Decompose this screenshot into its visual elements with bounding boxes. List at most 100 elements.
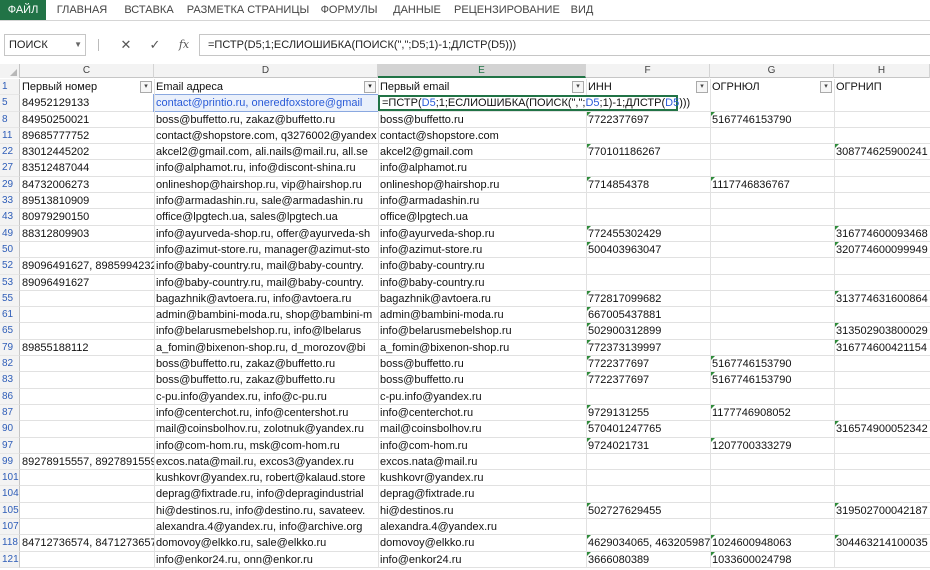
cell-email-addresses[interactable]: info@ayurveda-shop.ru, offer@ayurveda-sh: [154, 226, 378, 242]
cell-email-addresses[interactable]: bagazhnik@avtoera.ru, info@avtoera.ru: [154, 291, 378, 307]
cell-ogrnip[interactable]: [834, 95, 930, 111]
cell-ogrnul[interactable]: [710, 389, 834, 405]
insert-function-icon[interactable]: fx: [175, 36, 193, 54]
row-header[interactable]: 82: [0, 356, 20, 373]
tab-data[interactable]: ДАННЫЕ: [388, 0, 446, 20]
cell-first-email[interactable]: hi@destinos.ru: [378, 503, 586, 519]
tab-insert[interactable]: ВСТАВКА: [120, 0, 178, 20]
cell-first-number[interactable]: 84712736574, 84712736575,: [20, 535, 154, 551]
cell-email-addresses[interactable]: hi@destinos.ru, info@destino.ru, savatee…: [154, 503, 378, 519]
cell-inn[interactable]: [586, 519, 710, 535]
cell-first-number[interactable]: 84950250021: [20, 112, 154, 128]
column-header-h[interactable]: H: [834, 64, 930, 78]
cell-first-email[interactable]: akcel2@gmail.com: [378, 144, 586, 160]
row-header[interactable]: 97: [0, 437, 20, 454]
cell-first-number[interactable]: 83012445202: [20, 144, 154, 160]
row-header[interactable]: 99: [0, 453, 20, 471]
cell-ogrnip[interactable]: 316774600421154: [834, 340, 930, 356]
cell-first-number[interactable]: [20, 356, 154, 372]
cell-inn[interactable]: [586, 160, 710, 176]
cell-first-number[interactable]: 89855188112: [20, 340, 154, 356]
cell-first-number[interactable]: [20, 470, 154, 486]
chevron-down-icon[interactable]: ▼: [74, 35, 82, 55]
cell-ogrnul[interactable]: [710, 144, 834, 160]
header-first-number[interactable]: Первый номер: [20, 79, 154, 95]
enter-icon[interactable]: ✓: [146, 36, 164, 54]
cell-inn[interactable]: 9729131255: [586, 405, 710, 421]
cell-first-number[interactable]: 80979290150: [20, 209, 154, 225]
row-header[interactable]: 1: [0, 79, 20, 96]
row-header[interactable]: 118: [0, 535, 20, 552]
cell-ogrnul[interactable]: 1207700333279: [710, 438, 834, 454]
cell-inn[interactable]: 4629034065, 4632059872: [586, 535, 710, 551]
cell-first-number[interactable]: 88312809903: [20, 226, 154, 242]
cell-ogrnul[interactable]: 5167746153790: [710, 372, 834, 388]
filter-dropdown-icon[interactable]: ▾: [140, 81, 152, 93]
cell-ogrnul[interactable]: [710, 454, 834, 470]
cell-inn[interactable]: [586, 193, 710, 209]
cell-ogrnul[interactable]: [710, 323, 834, 339]
cell-inn[interactable]: 570401247765: [586, 421, 710, 437]
cell-inn[interactable]: 7714854378: [586, 177, 710, 193]
cell-first-number[interactable]: [20, 405, 154, 421]
cell-first-email[interactable]: office@lpgtech.ua: [378, 209, 586, 225]
cell-email-addresses[interactable]: deprag@fixtrade.ru, info@depragindustria…: [154, 486, 378, 502]
cell-first-email[interactable]: kushkovr@yandex.ru: [378, 470, 586, 486]
select-all-corner[interactable]: [0, 64, 20, 78]
cell-email-addresses[interactable]: boss@buffetto.ru, zakaz@buffetto.ru: [154, 372, 378, 388]
name-box[interactable]: ПОИСК ▼: [4, 34, 86, 56]
cell-ogrnip[interactable]: 304463214100035: [834, 535, 930, 551]
tab-page-layout[interactable]: РАЗМЕТКА СТРАНИЦЫ: [186, 0, 310, 20]
cell-ogrnip[interactable]: [834, 160, 930, 176]
cell-first-email[interactable]: boss@buffetto.ru: [378, 372, 586, 388]
row-header[interactable]: 49: [0, 225, 20, 242]
column-header-e[interactable]: E: [378, 64, 586, 78]
cell-ogrnul[interactable]: [710, 421, 834, 437]
cell-ogrnul[interactable]: 1177746908052: [710, 405, 834, 421]
row-header[interactable]: 27: [0, 160, 20, 177]
formula-input[interactable]: =ПСТР(D5;1;ЕСЛИОШИБКА(ПОИСК(",";D5;1)-1;…: [199, 34, 930, 56]
cell-ogrnul[interactable]: [710, 226, 834, 242]
row-header[interactable]: 53: [0, 274, 20, 291]
cell-ogrnul[interactable]: [710, 519, 834, 535]
cell-first-number[interactable]: 84732006273: [20, 177, 154, 193]
cell-first-number[interactable]: 84952129133: [20, 95, 154, 111]
row-header[interactable]: 29: [0, 176, 20, 194]
row-header[interactable]: 55: [0, 290, 20, 308]
cell-first-email[interactable]: boss@buffetto.ru: [378, 112, 586, 128]
cell-ogrnul[interactable]: [710, 193, 834, 209]
cell-ogrnul[interactable]: 1117746836767: [710, 177, 834, 193]
row-header[interactable]: 90: [0, 421, 20, 438]
cell-inn[interactable]: 7722377697: [586, 112, 710, 128]
cell-ogrnip[interactable]: [834, 372, 930, 388]
cell-email-addresses[interactable]: info@belarusmebelshop.ru, info@lbelarus: [154, 323, 378, 339]
cell-first-number[interactable]: [20, 307, 154, 323]
cell-ogrnul[interactable]: [710, 209, 834, 225]
cell-email-addresses[interactable]: akcel2@gmail.com, ali.nails@mail.ru, all…: [154, 144, 378, 160]
cell-first-email[interactable]: c-pu.info@yandex.ru: [378, 389, 586, 405]
cell-email-addresses[interactable]: info@baby-country.ru, mail@baby-country.: [154, 258, 378, 274]
cell-ogrnip[interactable]: [834, 112, 930, 128]
cell-first-number[interactable]: 89278915557, 89278915599,: [20, 454, 154, 470]
cell-first-number[interactable]: 89685777752: [20, 128, 154, 144]
cell-first-email[interactable]: info@com-hom.ru: [378, 438, 586, 454]
cell-inn[interactable]: 502900312899: [586, 323, 710, 339]
tab-view[interactable]: ВИД: [566, 0, 598, 20]
row-header[interactable]: 105: [0, 502, 20, 520]
cell-email-addresses[interactable]: alexandra.4@yandex.ru, info@archive.org: [154, 519, 378, 535]
cell-first-number[interactable]: 83512487044: [20, 160, 154, 176]
row-header[interactable]: 104: [0, 486, 20, 503]
cancel-icon[interactable]: ✕: [117, 36, 135, 54]
cell-first-email[interactable]: info@azimut-store.ru: [378, 242, 586, 258]
cell-ogrnul[interactable]: [710, 275, 834, 291]
header-first-email[interactable]: Первый email: [378, 79, 586, 95]
row-header[interactable]: 8: [0, 111, 20, 128]
cell-ogrnul[interactable]: 5167746153790: [710, 356, 834, 372]
cell-ogrnip[interactable]: [834, 128, 930, 144]
cell-first-email[interactable]: contact@shopstore.com: [378, 128, 586, 144]
tab-file[interactable]: ФАЙЛ: [0, 0, 46, 20]
cell-email-addresses[interactable]: onlineshop@hairshop.ru, vip@hairshop.ru: [154, 177, 378, 193]
cell-inn[interactable]: 9724021731: [586, 438, 710, 454]
header-email-addresses[interactable]: Email адреса: [154, 79, 378, 95]
cell-ogrnip[interactable]: [834, 470, 930, 486]
